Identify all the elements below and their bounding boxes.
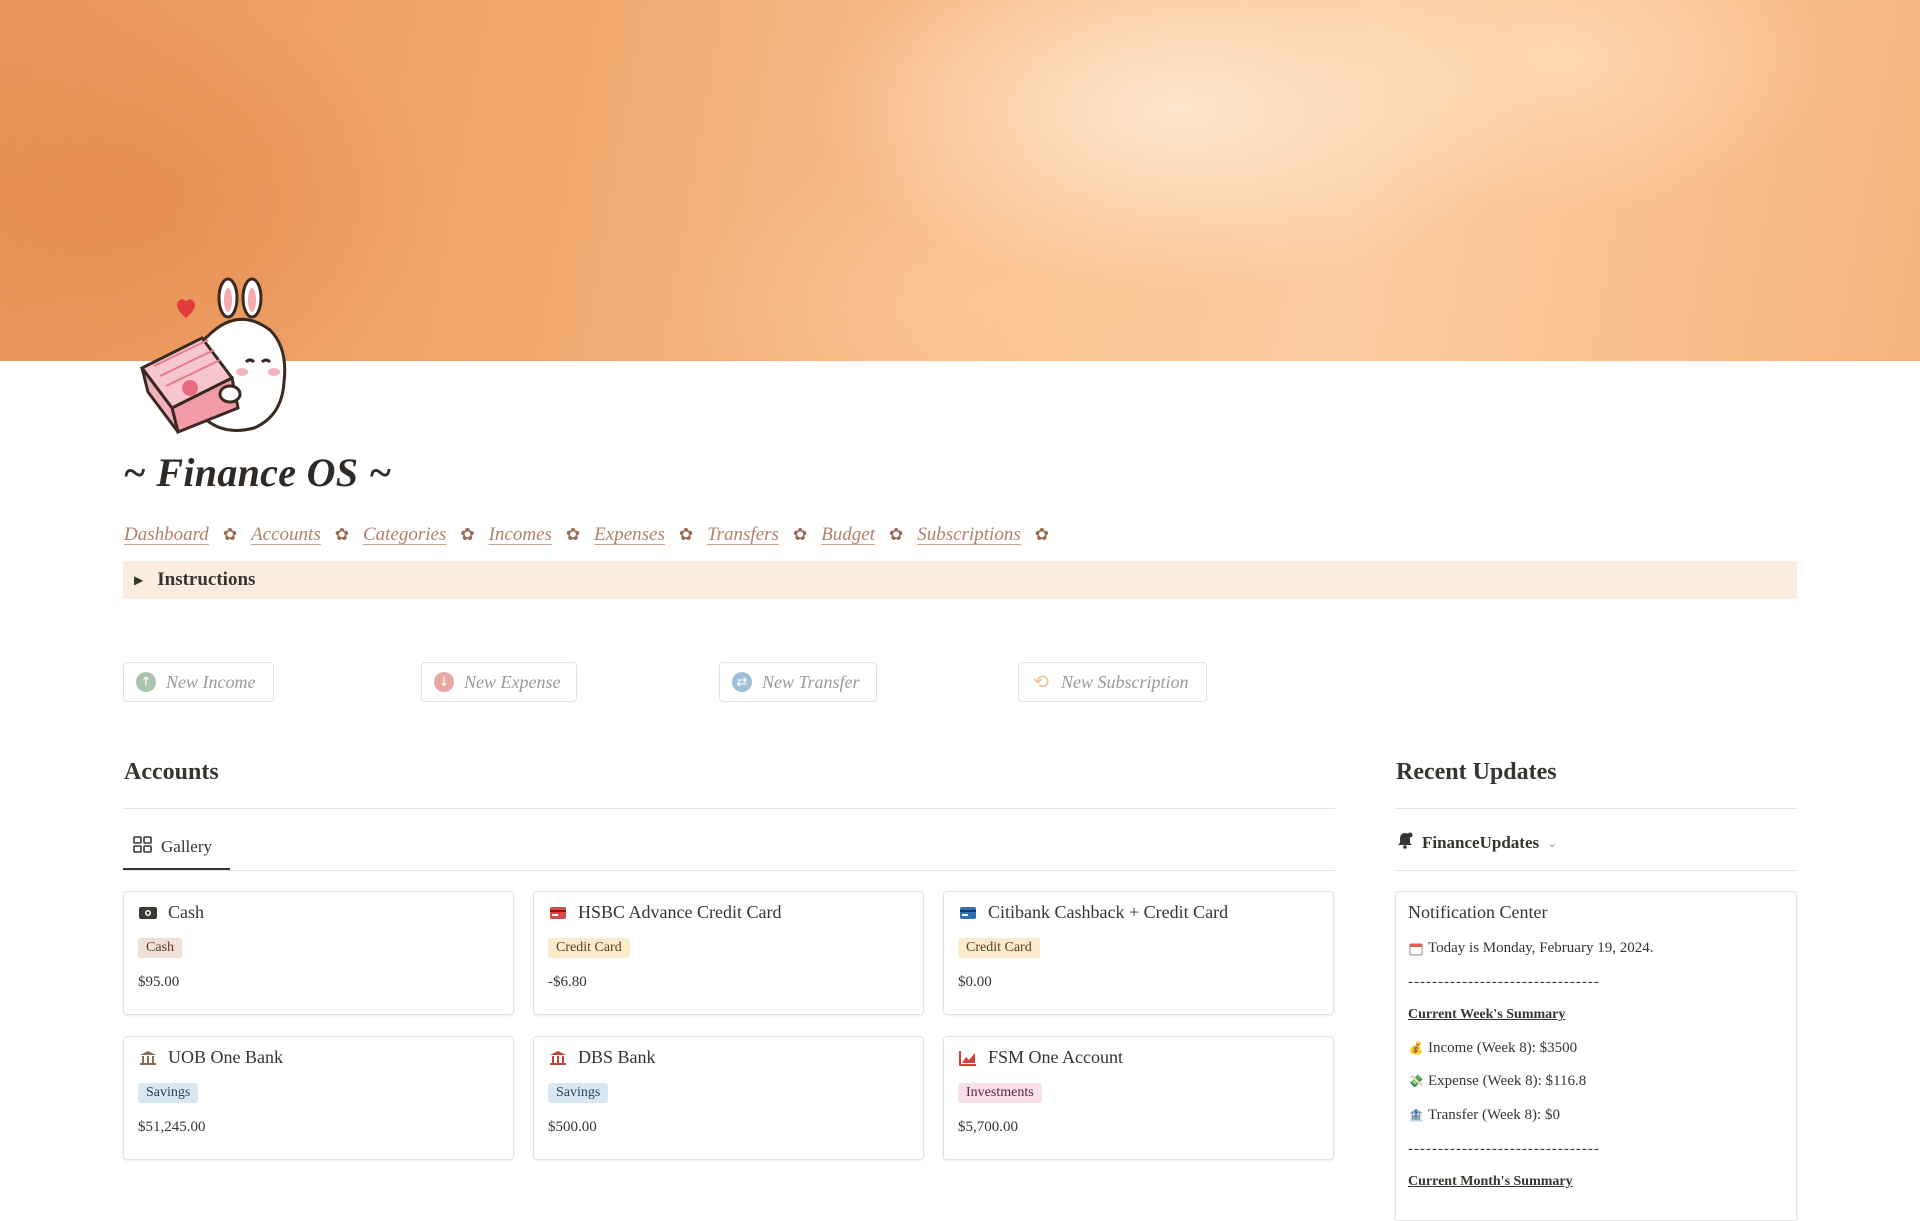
account-name: HSBC Advance Credit Card <box>578 902 782 922</box>
account-balance: $5,700.00 <box>958 1119 1018 1135</box>
toggle-label: Instructions <box>157 569 256 590</box>
nav-link-transfers[interactable]: Transfers <box>707 524 779 546</box>
week-summary-heading: Current Week's Summary <box>1408 1007 1566 1022</box>
divider <box>123 808 1335 809</box>
nav-link-incomes[interactable]: Incomes <box>489 524 552 546</box>
gallery-icon <box>133 835 153 859</box>
month-summary-heading: Current Month's Summary <box>1408 1174 1573 1189</box>
db-name: FinanceUpdates <box>1422 832 1540 852</box>
credit-card-red-icon <box>548 904 568 922</box>
bell-icon <box>1396 831 1414 854</box>
bank-red-icon <box>548 1049 568 1067</box>
flower-separator-icon: ✿ <box>460 525 475 544</box>
button-label: New Expense <box>464 671 561 692</box>
nav-links: Dashboard ✿ Accounts ✿ Categories ✿ Inco… <box>124 524 1063 546</box>
toggle-arrow-icon[interactable]: ▶ <box>134 573 143 588</box>
account-card-cash[interactable]: Cash Cash $95.00 <box>123 891 514 1015</box>
divider <box>1395 870 1797 871</box>
notification-title: Notification Center <box>1408 902 1548 922</box>
flower-separator-icon: ✿ <box>889 525 904 544</box>
account-card-dbs[interactable]: DBS Bank Savings $500.00 <box>533 1036 924 1160</box>
new-subscription-button[interactable]: ⟲ New Subscription <box>1018 662 1207 702</box>
nav-link-subscriptions[interactable]: Subscriptions <box>917 524 1020 546</box>
nav-link-expenses[interactable]: Expenses <box>594 524 665 546</box>
flower-separator-icon: ✿ <box>334 525 349 544</box>
flower-separator-icon: ✿ <box>222 525 238 544</box>
divider <box>123 870 1335 871</box>
account-card-hsbc[interactable]: HSBC Advance Credit Card Credit Card -$6… <box>533 891 924 1015</box>
account-name: UOB One Bank <box>168 1047 283 1067</box>
button-label: New Transfer <box>762 671 860 692</box>
account-type-tag: Cash <box>138 938 182 958</box>
button-label: New Income <box>166 671 256 692</box>
account-card-fsm[interactable]: FSM One Account Investments $5,700.00 <box>943 1036 1334 1160</box>
arrow-down-circle-icon: ↓ <box>434 672 454 692</box>
account-name: Citibank Cashback + Credit Card <box>988 902 1229 922</box>
account-type-tag: Credit Card <box>548 938 630 958</box>
flying-money-icon: 💸 <box>1408 1074 1424 1088</box>
flower-separator-icon: ✿ <box>1034 525 1049 544</box>
flower-separator-icon: ✿ <box>565 525 581 544</box>
bank-building-icon: 🏦 <box>1408 1108 1424 1122</box>
account-type-tag: Savings <box>138 1083 199 1103</box>
accounts-heading: Accounts <box>124 759 219 785</box>
instructions-toggle[interactable]: ▶ Instructions <box>123 561 1797 599</box>
account-balance: -$6.80 <box>548 974 587 990</box>
account-name: DBS Bank <box>578 1047 656 1067</box>
nav-link-accounts[interactable]: Accounts <box>251 524 321 546</box>
week-income: Income (Week 8): $3500 <box>1428 1040 1578 1056</box>
account-type-tag: Investments <box>958 1083 1042 1103</box>
week-expense: Expense (Week 8): $116.8 <box>1428 1073 1587 1089</box>
week-transfer: Transfer (Week 8): $0 <box>1428 1107 1560 1123</box>
nav-link-budget[interactable]: Budget <box>821 524 875 546</box>
page-title: ~ Finance OS ~ <box>123 450 392 495</box>
account-balance: $0.00 <box>958 974 992 990</box>
cash-icon <box>138 904 158 922</box>
transfer-circle-icon: ⇄ <box>732 672 752 692</box>
chart-up-icon <box>958 1049 978 1067</box>
new-expense-button[interactable]: ↓ New Expense <box>421 662 577 702</box>
flower-separator-icon: ✿ <box>678 525 694 544</box>
account-card-citibank[interactable]: Citibank Cashback + Credit Card Credit C… <box>943 891 1334 1015</box>
new-income-button[interactable]: ↑ New Income <box>123 662 274 702</box>
chevron-down-icon: ⌄ <box>1547 835 1558 850</box>
finance-updates-db-selector[interactable]: FinanceUpdates ⌄ <box>1396 831 1557 854</box>
notification-center-card[interactable]: Notification Center Today is Monday, Feb… <box>1395 891 1797 1221</box>
account-balance: $95.00 <box>138 974 180 990</box>
account-balance: $500.00 <box>548 1119 597 1135</box>
arrow-up-circle-icon: ↑ <box>136 672 156 692</box>
account-card-uob[interactable]: UOB One Bank Savings $51,245.00 <box>123 1036 514 1160</box>
today-text: Today is Monday, February 19, 2024. <box>1428 940 1654 956</box>
calendar-icon <box>1408 941 1424 957</box>
dashed-divider: -------------------------------- <box>1408 1141 1600 1157</box>
account-name: Cash <box>168 902 204 922</box>
bank-icon <box>138 1049 158 1067</box>
tab-gallery[interactable]: Gallery <box>123 826 230 870</box>
nav-link-categories[interactable]: Categories <box>363 524 446 546</box>
dashed-divider: -------------------------------- <box>1408 974 1600 990</box>
money-bag-icon: 💰 <box>1408 1041 1424 1055</box>
nav-link-dashboard[interactable]: Dashboard <box>124 524 209 546</box>
divider <box>1395 808 1797 809</box>
bunny-with-money-box-icon[interactable] <box>134 276 304 435</box>
account-name: FSM One Account <box>988 1047 1123 1067</box>
tab-label: Gallery <box>161 837 212 856</box>
new-transfer-button[interactable]: ⇄ New Transfer <box>719 662 877 702</box>
credit-card-blue-icon <box>958 904 978 922</box>
recent-updates-heading: Recent Updates <box>1396 759 1557 785</box>
account-type-tag: Savings <box>548 1083 609 1103</box>
account-balance: $51,245.00 <box>138 1119 206 1135</box>
account-type-tag: Credit Card <box>958 938 1040 958</box>
flower-separator-icon: ✿ <box>792 525 808 544</box>
button-label: New Subscription <box>1061 671 1189 692</box>
repeat-icon: ⟲ <box>1033 671 1049 693</box>
